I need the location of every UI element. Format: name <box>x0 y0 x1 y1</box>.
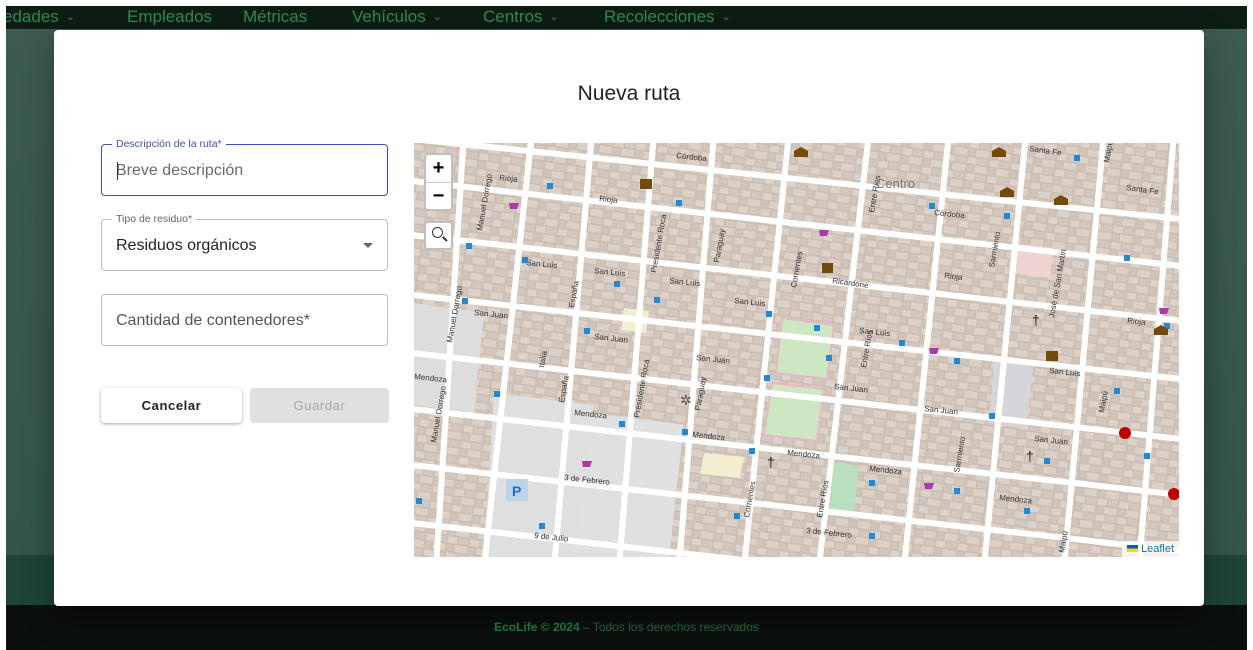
ukraine-flag-icon <box>1126 545 1138 552</box>
footer: EcoLife © 2024 – Todos los derechos rese… <box>6 605 1247 650</box>
waste-type-select[interactable]: Tipo de residuo* Residuos orgánicos <box>101 213 388 271</box>
theatre-icon <box>1046 351 1058 361</box>
map-area <box>700 453 744 478</box>
left-edge <box>0 0 6 650</box>
map-tiles[interactable]: Córdoba Córdoba Santa Fe Santa Fe Rioja … <box>414 143 1179 557</box>
containers-field[interactable]: Cantidad de contenedores* <box>101 294 388 346</box>
cancel-button[interactable]: Cancelar <box>101 388 242 423</box>
map-search-button[interactable] <box>424 221 453 250</box>
nav-item-empleados[interactable]: Empleados <box>127 7 212 27</box>
church-icon: † <box>767 454 775 470</box>
nav-label: edades <box>6 7 59 26</box>
map-area <box>830 463 859 513</box>
footer-text: EcoLife © 2024 – Todos los derechos rese… <box>6 620 1247 634</box>
nav-label: Recolecciones <box>604 7 715 26</box>
waste-type-value: Residuos orgánicos <box>116 237 257 254</box>
footer-brand: EcoLife © 2024 <box>494 620 580 634</box>
new-route-dialog: Nueva ruta Descripción de la ruta* Tipo … <box>54 30 1204 606</box>
church-icon: † <box>1026 448 1034 464</box>
parking-label: P <box>512 483 521 499</box>
description-label: Descripción de la ruta* <box>112 138 226 150</box>
top-nav: edades ⌄ Empleados Métricas Vehículos ⌄ Ce… <box>6 6 1247 29</box>
district-label: Centro <box>876 176 915 191</box>
nav-item-recolecciones[interactable]: Recolecciones ⌄ <box>604 7 731 27</box>
church-icon: † <box>1032 312 1040 328</box>
route-map[interactable]: Córdoba Córdoba Santa Fe Santa Fe Rioja … <box>414 143 1179 557</box>
nav-label: Centros <box>483 7 543 26</box>
theatre-icon <box>822 263 833 273</box>
zoom-out-button[interactable]: − <box>426 183 451 210</box>
zoom-control: + − <box>424 153 453 211</box>
leaflet-link[interactable]: Leaflet <box>1141 543 1174 555</box>
containers-label: Cantidad de contenedores* <box>116 312 310 329</box>
chevron-down-icon: ⌄ <box>721 11 731 23</box>
right-edge <box>1247 0 1253 650</box>
waste-type-label: Tipo de residuo* <box>112 213 197 225</box>
dialog-title: Nueva ruta <box>577 82 681 105</box>
save-button[interactable]: Guardar <box>250 388 389 423</box>
nav-item-metricas[interactable]: Métricas <box>243 7 307 27</box>
nav-item-centros[interactable]: Centros ⌄ <box>483 7 559 27</box>
zoom-in-button[interactable]: + <box>426 155 451 183</box>
chevron-down-icon: ⌄ <box>549 11 559 23</box>
chevron-down-icon: ⌄ <box>432 11 442 23</box>
dropdown-arrow-icon <box>363 243 373 248</box>
description-field[interactable]: Descripción de la ruta* <box>101 138 388 196</box>
text-cursor <box>117 162 118 180</box>
map-attribution[interactable]: Leaflet <box>1121 541 1179 557</box>
gear-icon: ✲ <box>680 392 692 408</box>
description-input[interactable] <box>116 161 366 181</box>
hospital-icon <box>1119 427 1131 439</box>
footer-rights: – Todos los derechos reservados <box>579 620 759 634</box>
theatre-icon <box>640 179 652 189</box>
nav-item-vehiculos[interactable]: Vehículos ⌄ <box>352 7 442 27</box>
nav-item-novedades[interactable]: edades ⌄ <box>6 7 75 27</box>
search-icon-handle <box>442 236 448 242</box>
chevron-down-icon: ⌄ <box>65 11 75 23</box>
nav-label: Vehículos <box>352 7 426 26</box>
plaza-icon <box>774 316 836 381</box>
